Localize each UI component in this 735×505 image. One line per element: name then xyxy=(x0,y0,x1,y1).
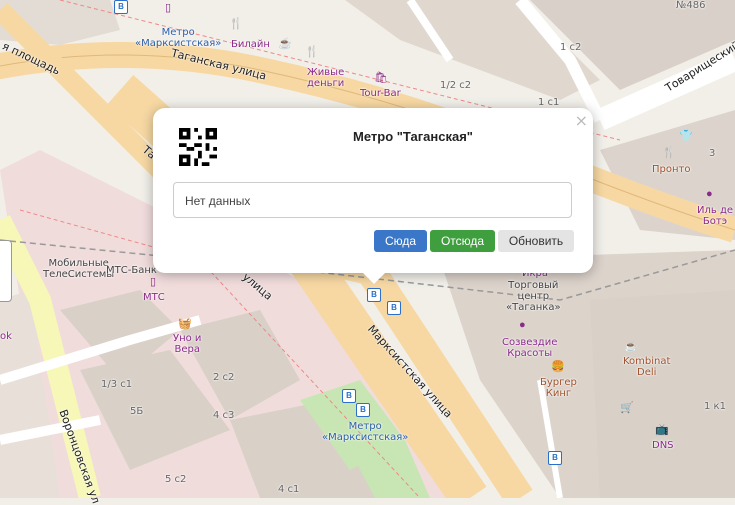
house-n1c1: 1 с1 xyxy=(538,97,560,108)
restaurant-icon[interactable]: 🍴 xyxy=(305,46,319,58)
poi-kombinat[interactable]: Kombinat Deli xyxy=(623,356,670,378)
info-field: Нет данных xyxy=(173,182,572,218)
poi-sozvezdie[interactable]: Созвездие Красоты xyxy=(502,337,557,359)
bus-stop-icon-6[interactable]: B xyxy=(548,451,562,465)
house-n5b: 5Б xyxy=(130,406,144,417)
fastfood-icon[interactable]: 🍔 xyxy=(551,361,565,373)
restaurant-icon-2[interactable]: 🍴 xyxy=(229,18,243,30)
house-n5c2: 5 с2 xyxy=(165,474,187,485)
phone-icon-2[interactable]: ▯ xyxy=(150,276,156,288)
house-n13c1: 1/3 с1 xyxy=(101,379,133,390)
poi-uno[interactable]: Уно и Вера xyxy=(173,333,201,355)
shop-icon[interactable]: 🛍 xyxy=(374,72,388,84)
house-n4c1: 4 с1 xyxy=(278,484,300,495)
bus-stop-icon-2[interactable]: B xyxy=(367,288,381,302)
poi-dns[interactable]: DNS xyxy=(652,440,674,451)
poi-tourbar[interactable]: Tour-Bar xyxy=(360,88,401,99)
poi-mobile[interactable]: Мобильные ТелеСистемы xyxy=(43,258,114,280)
poi-burger[interactable]: Бургер Кинг xyxy=(540,377,577,399)
poi-beeline[interactable]: Билайн xyxy=(231,39,270,50)
house-ok: ok xyxy=(0,331,12,342)
route-from-button[interactable]: Отсюда xyxy=(430,230,495,252)
restaurant-icon-3[interactable]: 🍴 xyxy=(662,147,676,159)
clothes-icon[interactable]: 👕 xyxy=(679,130,693,142)
basket-icon[interactable]: 🧺 xyxy=(178,318,192,330)
bus-stop-icon-5[interactable]: B xyxy=(356,403,370,417)
house-n486: №486 xyxy=(676,0,706,11)
cafe-icon-2[interactable]: ☕ xyxy=(624,341,638,353)
poi-ildebote[interactable]: Иль де Ботэ xyxy=(697,205,733,227)
bus-stop-icon[interactable]: B xyxy=(114,0,128,14)
metro-label-top[interactable]: Метро «Марксистская» xyxy=(135,27,221,49)
metro-popup: × Метро "Таганская" Нет данных Сюда Отсю… xyxy=(153,108,593,284)
perfume-icon[interactable]: ● xyxy=(706,188,713,200)
house-n1k1: 1 к1 xyxy=(704,401,726,412)
poi-pronto[interactable]: Пронто xyxy=(652,164,690,175)
poi-mts[interactable]: МТС xyxy=(143,292,165,303)
house-n1c2: 1 с2 xyxy=(560,42,582,53)
refresh-button[interactable]: Обновить xyxy=(498,230,574,252)
metro-label-bottom[interactable]: Метро «Марксистская» xyxy=(322,421,408,443)
route-here-button[interactable]: Сюда xyxy=(374,230,427,252)
cart-icon[interactable]: 🛒 xyxy=(620,402,634,414)
phone-icon[interactable]: ▯ xyxy=(165,2,171,14)
tv-icon[interactable]: 📺 xyxy=(655,424,669,436)
poi-mtsbank[interactable]: МТС-Банк xyxy=(106,265,157,276)
house-n2c2: 2 с2 xyxy=(213,372,235,383)
house-n3: 3 xyxy=(709,148,716,159)
cafe-icon[interactable]: ☕ xyxy=(278,38,292,50)
map-control-left[interactable] xyxy=(0,240,12,302)
poi-mall[interactable]: Торговый центр «Таганка» xyxy=(506,280,561,313)
popup-title: Метро "Таганская" xyxy=(353,129,473,144)
house-n12c2: 1/2 с2 xyxy=(440,80,472,91)
close-icon[interactable]: × xyxy=(575,111,588,130)
bus-stop-icon-4[interactable]: B xyxy=(342,389,356,403)
house-n4c3: 4 с3 xyxy=(213,410,235,421)
bus-stop-icon-3[interactable]: B xyxy=(387,301,401,315)
beauty-icon[interactable]: ● xyxy=(519,319,526,331)
poi-zhivye-dengi[interactable]: Живые деньги xyxy=(307,67,344,89)
